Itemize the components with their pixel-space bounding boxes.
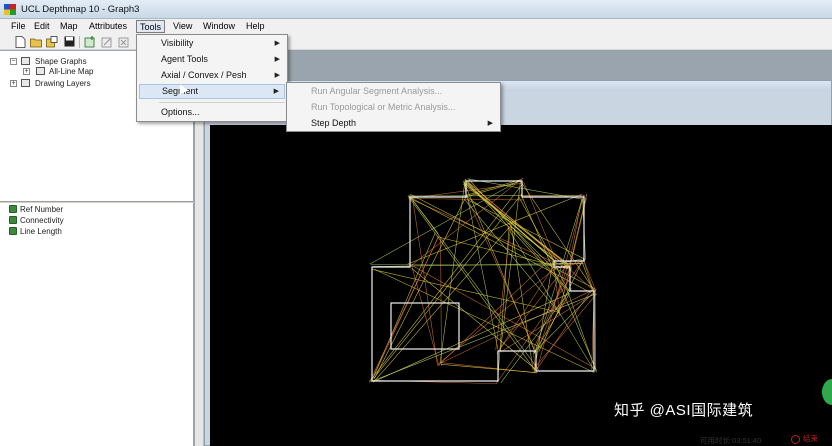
axial-line — [411, 265, 440, 367]
elapsed-time-label: 可用时长:03:51:40 — [700, 436, 762, 445]
menu-window[interactable]: Window — [200, 20, 238, 33]
tools-menu-axial-convex-pesh[interactable]: Axial / Convex / Pesh ▶ — [139, 68, 285, 83]
segment-run-topological-metric-analysis[interactable]: Run Topological or Metric Analysis... — [289, 100, 498, 115]
submenu-arrow-icon: ▶ — [274, 56, 280, 63]
axial-map — [368, 177, 598, 385]
segment-step-depth[interactable]: Step Depth ▶ — [289, 116, 498, 131]
menu-separator — [159, 102, 285, 103]
axial-line — [370, 236, 439, 383]
submenu-arrow-icon: ▶ — [487, 120, 493, 127]
segment-submenu: Run Angular Segment Analysis... Run Topo… — [286, 82, 501, 132]
axial-line — [497, 226, 510, 380]
axial-line — [466, 199, 586, 260]
axial-line — [440, 237, 442, 366]
power-icon — [791, 434, 800, 444]
axial-line — [409, 264, 597, 370]
axial-line — [440, 364, 538, 373]
window-title: UCL Depthmap 10 - Graph3 — [21, 4, 140, 15]
tools-menu-options[interactable]: Options... — [139, 105, 285, 120]
end-session-label: 结束 — [803, 434, 818, 443]
tree-item-shape-graphs[interactable]: Shape Graphs — [35, 57, 87, 66]
axial-line — [582, 258, 596, 290]
edit-map-icon[interactable] — [101, 36, 113, 48]
axial-line — [372, 232, 436, 379]
tree-item-drawing-layers[interactable]: Drawing Layers — [35, 79, 91, 88]
attribute-line-length[interactable]: Line Length — [20, 227, 62, 236]
shape-graphs-icon — [21, 57, 30, 65]
axial-line — [370, 293, 597, 383]
watermark-text: 知乎 @ASI国际建筑 — [614, 402, 754, 419]
expand-icon[interactable]: + — [23, 68, 30, 75]
menu-tools[interactable]: Tools — [136, 20, 166, 33]
open-folder-icon[interactable] — [30, 36, 42, 48]
axial-line — [374, 269, 595, 373]
app-logo-icon — [4, 4, 16, 15]
expand-icon[interactable]: − — [10, 58, 17, 65]
axial-line — [407, 197, 569, 269]
attribute-ref-number[interactable]: Ref Number — [20, 205, 63, 214]
tools-menu-agent-tools[interactable]: Agent Tools ▶ — [139, 52, 285, 67]
axial-line — [439, 178, 466, 365]
menu-edit[interactable]: Edit — [31, 20, 53, 33]
menu-file[interactable]: File — [8, 20, 29, 33]
axial-line — [533, 293, 570, 355]
expand-icon[interactable]: + — [10, 80, 17, 87]
graph-window — [204, 80, 832, 446]
drawing-layers-icon — [21, 79, 30, 87]
menu-view[interactable]: View — [170, 20, 195, 33]
delete-map-icon[interactable] — [118, 36, 130, 48]
attribute-connectivity[interactable]: Connectivity — [20, 216, 64, 225]
tools-menu-segment[interactable]: Segment ▶ — [139, 84, 285, 99]
toolbar-separator — [79, 36, 80, 48]
title-bar[interactable]: UCL Depthmap 10 - Graph3 — [0, 0, 832, 19]
axial-line — [464, 199, 561, 314]
menu-map[interactable]: Map — [57, 20, 81, 33]
new-document-icon[interactable] — [14, 36, 26, 48]
axial-line — [495, 222, 512, 350]
map-layer-icon — [36, 67, 45, 75]
attribute-icon — [9, 216, 17, 224]
segment-run-angular-analysis[interactable]: Run Angular Segment Analysis... — [289, 84, 498, 99]
axial-line — [409, 193, 595, 289]
axial-line — [499, 263, 569, 349]
menu-bar: File Edit Map Attributes Tools View Wind… — [0, 19, 832, 34]
menu-help[interactable]: Help — [243, 20, 268, 33]
map-canvas[interactable] — [210, 125, 832, 446]
axial-line — [410, 197, 539, 371]
toolbar — [0, 34, 832, 50]
import-icon[interactable] — [46, 36, 58, 48]
save-disk-icon[interactable] — [63, 36, 75, 48]
end-session-button[interactable]: 结束 — [791, 433, 818, 444]
axial-line — [535, 289, 592, 372]
axial-line — [523, 182, 557, 262]
submenu-arrow-icon: ▶ — [273, 88, 279, 95]
attribute-icon — [9, 205, 17, 213]
axial-line — [558, 198, 587, 315]
tree-item-all-line-map[interactable]: All-Line Map — [49, 67, 93, 76]
axial-line — [465, 183, 555, 262]
new-map-icon[interactable] — [84, 36, 96, 48]
axial-line — [533, 289, 597, 353]
pane-splitter[interactable] — [0, 201, 194, 203]
axial-line — [536, 194, 585, 373]
axial-line — [371, 268, 560, 313]
menu-attributes[interactable]: Attributes — [86, 20, 130, 33]
axial-lines — [368, 177, 598, 385]
attribute-icon — [9, 227, 17, 235]
submenu-arrow-icon: ▶ — [274, 40, 280, 47]
tools-menu-visibility[interactable]: Visibility ▶ — [139, 36, 285, 51]
tools-menu: Visibility ▶ Agent Tools ▶ Axial / Conve… — [136, 34, 288, 122]
submenu-arrow-icon: ▶ — [274, 72, 280, 79]
